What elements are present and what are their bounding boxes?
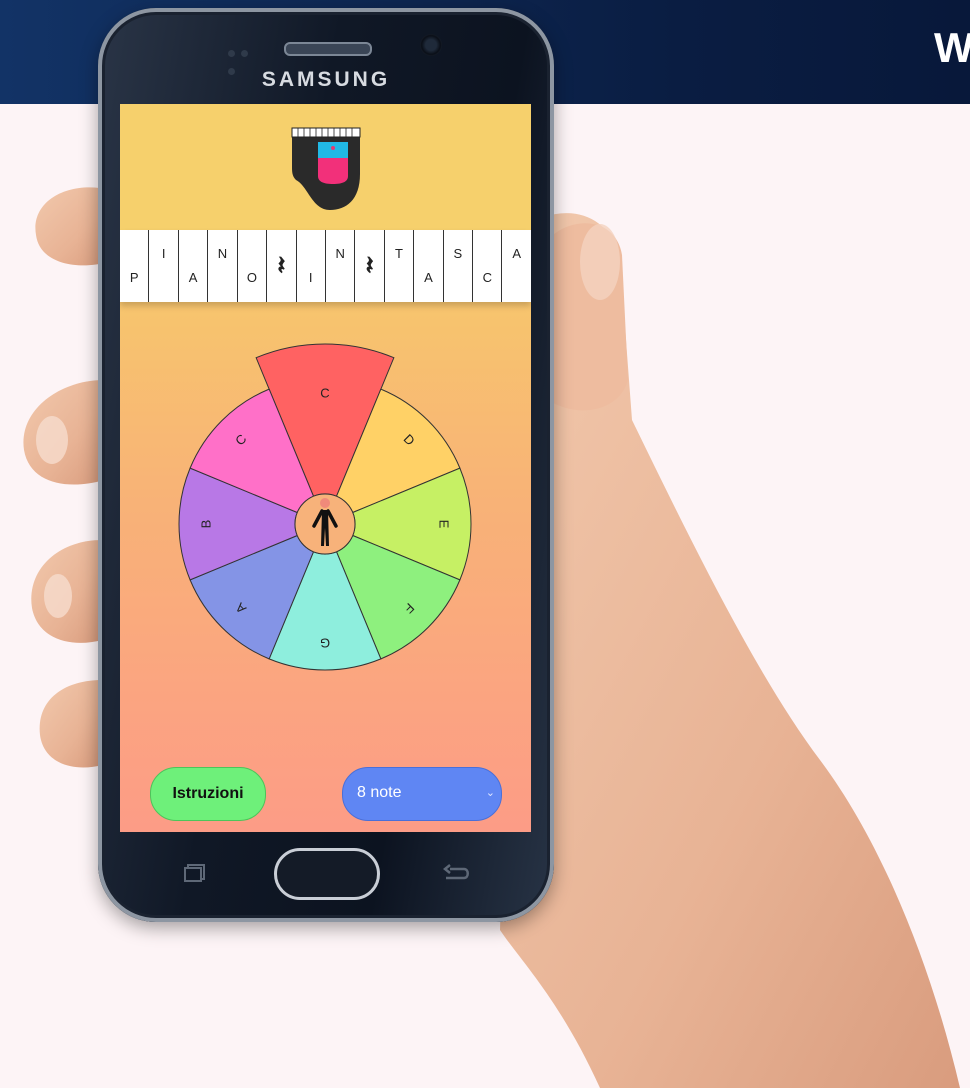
notes-count-value: 8 note [357, 784, 402, 801]
key-letter: A [424, 270, 433, 285]
phone-brand: SAMSUNG [261, 68, 391, 91]
wheel-note-label: B [198, 520, 213, 529]
key-letter: N [217, 246, 228, 261]
app-header [120, 104, 531, 230]
wheel-note-label: E [437, 520, 452, 529]
grand-piano-pocket-icon [291, 127, 361, 210]
key-letter: A [512, 246, 522, 261]
sequence-key[interactable]: A [414, 230, 444, 302]
home-button[interactable] [274, 848, 380, 900]
sequence-key[interactable]: A [502, 230, 530, 302]
chevron-down-icon: ⌄ [485, 787, 495, 799]
key-letter: N [335, 246, 345, 261]
sequence-key[interactable]: C [473, 230, 503, 302]
rest-symbol: 𝄽 [365, 250, 374, 280]
sequence-key[interactable]: T [385, 230, 415, 302]
key-letter: T [395, 246, 403, 261]
back-icon[interactable] [442, 864, 470, 882]
sequence-key[interactable]: P [120, 230, 150, 302]
note-wheel[interactable]: CDEFGABC [170, 326, 480, 676]
sequence-key[interactable]: O [238, 230, 268, 302]
notes-count-select[interactable]: 8 note ⌄ [342, 767, 502, 821]
sequence-key[interactable]: S [444, 230, 474, 302]
sequence-key[interactable]: 𝄽 [267, 230, 297, 302]
wheel-note-label: C [320, 385, 329, 400]
sequence-key[interactable]: N [208, 230, 238, 302]
sequence-key[interactable]: A [179, 230, 209, 302]
wheel-note-label: G [320, 636, 330, 651]
recent-apps-icon[interactable] [184, 864, 206, 882]
key-letter: I [161, 246, 166, 261]
sensor-dots [228, 44, 264, 75]
sequence-key[interactable]: I [149, 230, 179, 302]
instructions-button[interactable]: Istruzioni [150, 767, 266, 821]
earpiece-speaker [284, 42, 372, 56]
app-screen: P I A N O 𝄽 I N 𝄽 T A S C A CDEFGABC Istruzioni 8 not… [120, 104, 531, 832]
front-camera [420, 34, 442, 56]
sequence-key[interactable]: I [297, 230, 326, 302]
rest-symbol: 𝄽 [277, 250, 286, 280]
sequence-key[interactable]: 𝄽 [355, 230, 385, 302]
key-letter: S [453, 246, 463, 261]
key-letter: I [308, 270, 313, 285]
key-letter: C [482, 270, 492, 285]
key-letter: O [246, 270, 257, 285]
key-letter: A [188, 270, 198, 285]
key-letter: P [129, 270, 139, 285]
sequence-keyboard[interactable]: P I A N O 𝄽 I N 𝄽 T A S C A [120, 230, 531, 302]
sequence-key[interactable]: N [326, 230, 356, 302]
